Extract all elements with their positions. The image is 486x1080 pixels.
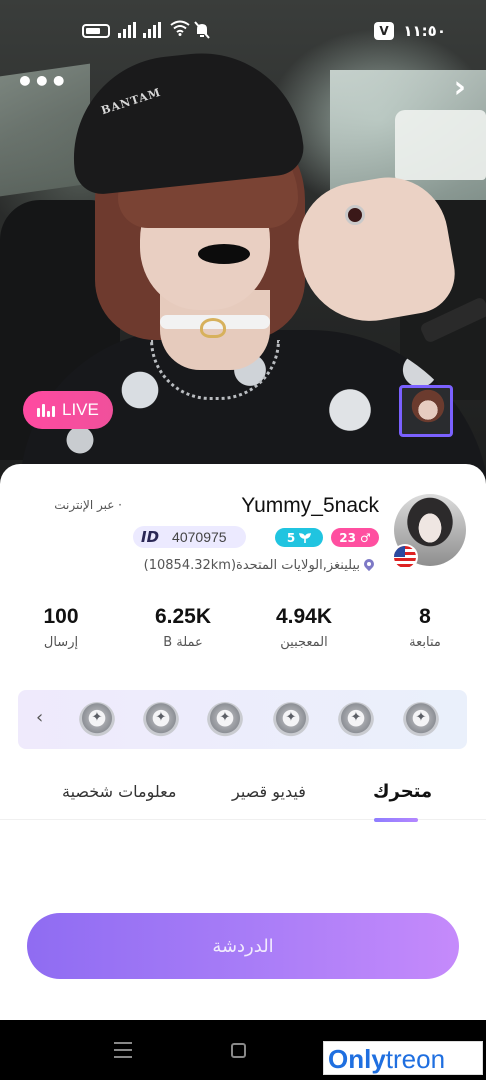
watermark-part1: Only [328,1044,386,1074]
stat-value: 6.25K [154,605,212,628]
tab-indicator [374,818,418,822]
stats-row: 8 متابعة 4.94K المعجبين 6.25K عملة B 100… [0,605,486,665]
location-text: بيلينغز,الولايات المتحدة(10854.32km) [143,558,360,573]
clock: ١١:٥٠ [403,22,446,40]
tab-personal-info[interactable]: معلومات شخصية [62,782,176,801]
id-value: 4070975 [172,529,227,545]
watermark-logo: Onlytreon [323,1041,483,1075]
stat-coins[interactable]: 6.25K عملة B [133,605,233,650]
medal-icon [207,702,243,738]
us-flag-icon [392,544,418,570]
recent-apps-icon[interactable] [114,1042,132,1058]
location: بيلينغز,الولايات المتحدة(10854.32km) [144,558,374,573]
stat-label: عملة B [163,635,203,650]
lips [198,244,250,264]
battery-icon [82,24,110,38]
chevron-right-icon[interactable]: › [454,70,466,105]
chevron-left-icon[interactable]: ‹ [36,707,43,728]
chat-button-label: الدردشة [212,935,274,957]
medal-icon [273,702,309,738]
age-gender-badge: 23 ♂ [331,528,379,547]
stat-value: 8 [419,605,431,628]
user-id-badge: ID 4070975 [133,526,246,548]
sprout-icon [299,532,312,543]
age-value: 23 [339,530,356,545]
stat-sent[interactable]: 100 إرسال [11,605,111,650]
heart-pendant [200,318,226,338]
ring [345,205,365,225]
stat-value: 100 [43,605,79,628]
stat-following[interactable]: 8 متابعة [375,605,475,650]
stat-label: المعجبين [280,635,328,650]
signal-icon [118,22,136,38]
male-icon: ♂ [359,530,371,545]
stat-label: إرسال [43,635,79,650]
stat-label: متابعة [409,635,441,650]
status-bar: V ١١:٥٠ [0,0,486,60]
parked-truck [395,110,486,180]
tab-moving[interactable]: متحرك [373,781,432,802]
level-badge: 5 [275,528,323,547]
beanie-hat [63,43,307,197]
signal-icon-2 [143,22,161,38]
medal-icon [403,702,439,738]
profile-tabs: متحرك فيديو قصير معلومات شخصية [0,776,486,822]
medal-icon [79,702,115,738]
chat-button[interactable]: الدردشة [27,913,459,979]
live-button[interactable]: LIVE [23,391,113,429]
bell-muted-icon [194,21,210,43]
stat-fans[interactable]: 4.94K المعجبين [254,605,354,650]
watermark-part2: treon [385,1044,446,1074]
app-notification-icon: V [374,22,394,40]
medal-icon [143,702,179,738]
id-tag: ID [141,528,160,546]
username: Yummy_5nack [241,494,379,517]
more-options-icon[interactable]: ••• [16,68,68,96]
location-pin-icon [364,559,374,572]
photo-thumbnail[interactable] [399,385,453,437]
medals-bar[interactable]: ‹ [18,690,467,749]
wifi-icon [170,20,190,41]
live-bars-icon [37,403,55,417]
stat-value: 4.94K [275,605,333,628]
home-icon[interactable] [231,1043,246,1058]
tab-short-video[interactable]: فيديو قصير [232,782,306,801]
live-label: LIVE [62,400,99,419]
medal-icon [338,702,374,738]
level-value: 5 [286,530,296,545]
online-status: · عبر الإنترنت [54,498,122,512]
